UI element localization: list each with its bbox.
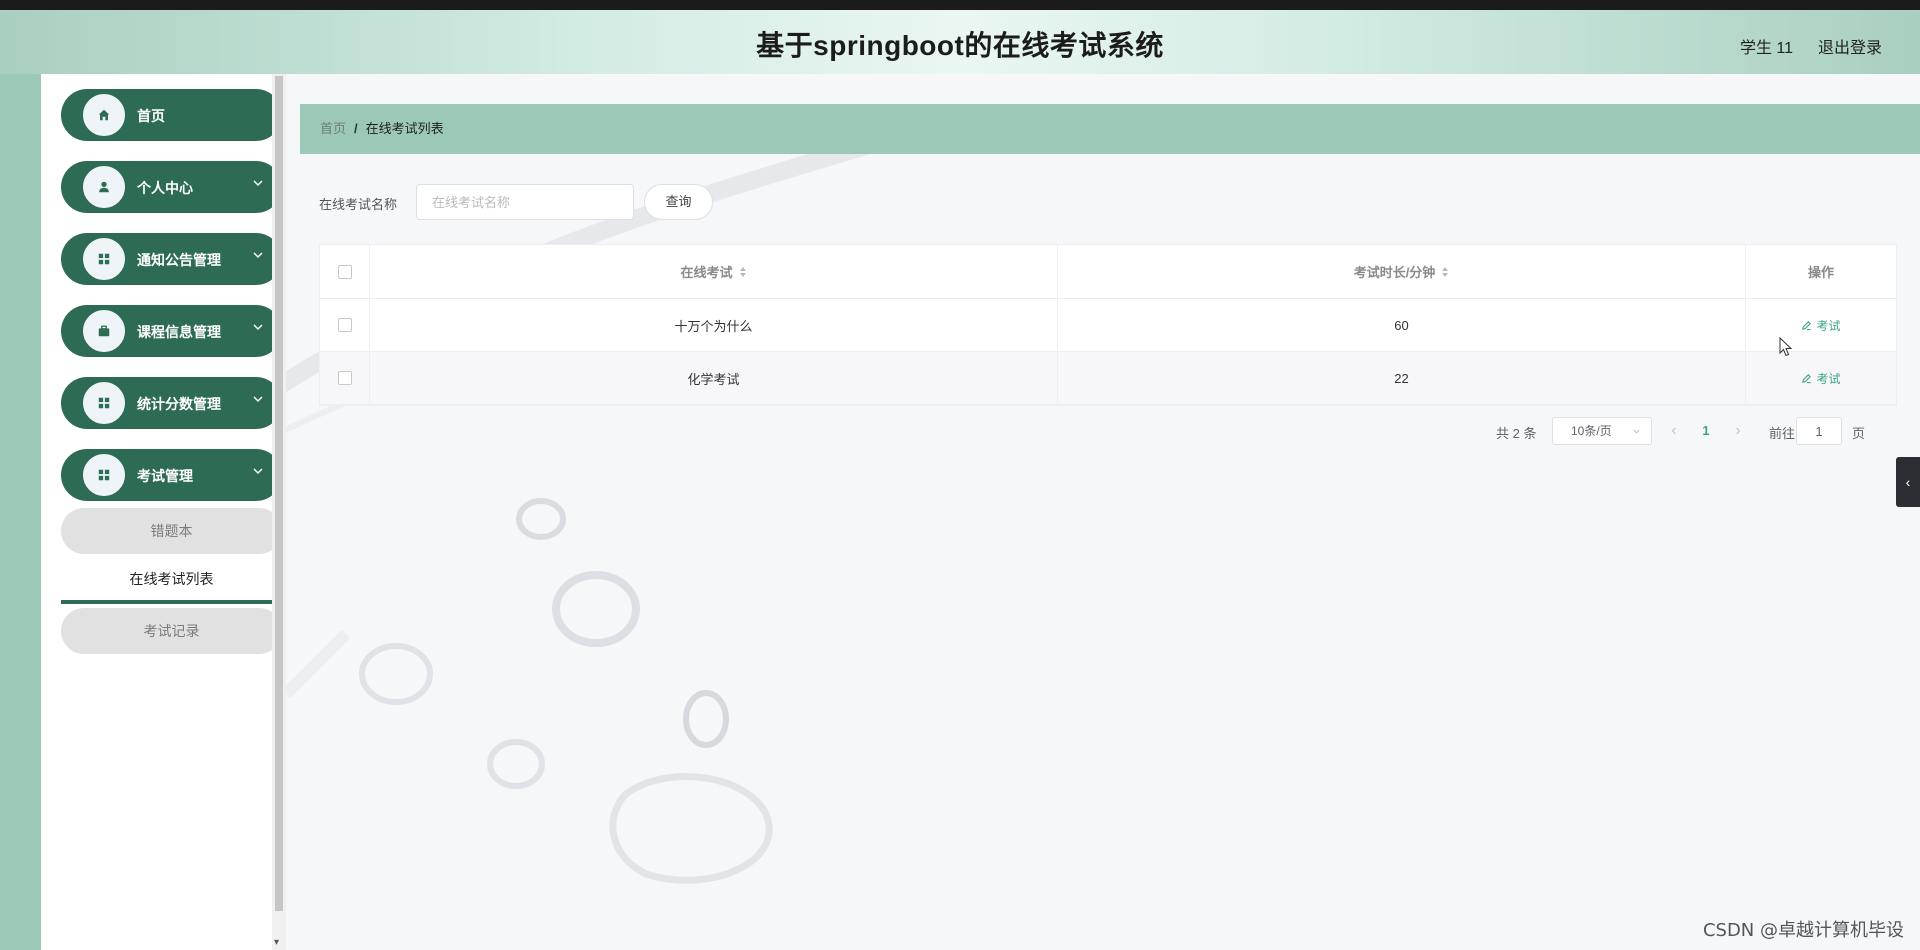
user-name: 学生 11 xyxy=(1739,40,1793,57)
chevron-down-icon xyxy=(253,252,263,259)
sidebar-item-personal-center[interactable]: 个人中心 xyxy=(61,161,282,213)
logout-button[interactable]: 退出登录 xyxy=(1818,34,1882,58)
chevron-down-icon xyxy=(1633,429,1640,434)
page-suffix-label: 页 xyxy=(1852,426,1866,441)
take-exam-label: 考试 xyxy=(1816,371,1841,386)
exam-duration-cell: 22 xyxy=(1058,352,1746,404)
chevron-down-icon xyxy=(253,396,263,403)
sidebar-subitem-online-exam-list[interactable]: 在线考试列表 xyxy=(61,556,282,604)
grid-icon xyxy=(81,380,127,426)
scrollbar-thumb[interactable] xyxy=(275,76,283,911)
search-label: 在线考试名称 xyxy=(319,197,398,212)
row-checkbox[interactable] xyxy=(337,371,352,385)
take-exam-label: 考试 xyxy=(1816,318,1841,333)
sidebar-item-label: 课程信息管理 xyxy=(137,324,221,340)
user-icon xyxy=(81,164,127,210)
watermark: CSDN @卓越计算机毕设 xyxy=(1702,920,1904,941)
sidebar-scrollbar[interactable]: ▾ xyxy=(272,74,286,950)
column-header-label: 考试时长/分钟 xyxy=(1353,265,1436,280)
breadcrumb: 首页 / 在线考试列表 xyxy=(300,104,1920,154)
app-title: 基于springboot的在线考试系统 xyxy=(756,30,1164,61)
column-header-label: 操作 xyxy=(1807,265,1834,280)
take-exam-button[interactable]: 考试 xyxy=(1801,370,1841,387)
breadcrumb-separator: / xyxy=(354,121,358,136)
sidebar-item-label: 考试管理 xyxy=(137,468,193,484)
goto-page-input[interactable] xyxy=(1796,417,1842,445)
sidebar-item-label: 通知公告管理 xyxy=(137,252,221,268)
window-top-strip xyxy=(0,0,1920,10)
edit-icon xyxy=(1802,373,1812,383)
column-header-exam-name[interactable]: 在线考试 xyxy=(370,245,1058,298)
actions-cell: 考试 xyxy=(1746,299,1896,351)
table-header-row: 在线考试 考试时长/分钟 操作 xyxy=(320,245,1896,299)
row-checkbox-cell xyxy=(320,352,370,404)
home-icon xyxy=(81,92,127,138)
page-size-value: 10条/页 xyxy=(1571,424,1612,438)
sidebar-subitem-exam-records[interactable]: 考试记录 xyxy=(61,608,282,654)
sidebar-rail xyxy=(0,74,41,950)
sidebar-item-score-statistics[interactable]: 统计分数管理 xyxy=(61,377,282,429)
sidebar-item-label: 个人中心 xyxy=(137,180,193,196)
actions-cell: 考试 xyxy=(1746,352,1896,404)
side-panel-toggle-button[interactable]: ‹ xyxy=(1896,457,1920,507)
search-button[interactable]: 查询 xyxy=(644,184,713,220)
sidebar-item-exam-management[interactable]: 考试管理 xyxy=(61,449,282,501)
column-header-actions: 操作 xyxy=(1746,245,1896,298)
goto-label: 前往 xyxy=(1769,426,1796,441)
search-input[interactable] xyxy=(416,184,634,220)
page-size-select[interactable]: 10条/页 xyxy=(1552,417,1652,445)
exam-table: 在线考试 考试时长/分钟 操作 十万个为什么 60 考试 化学考试 22 考试 xyxy=(319,244,1897,406)
sidebar-item-home[interactable]: 首页 xyxy=(61,89,282,141)
mouse-cursor-icon xyxy=(1779,337,1793,357)
pagination-total: 共 2 条 xyxy=(1496,426,1537,441)
exam-name-cell: 十万个为什么 xyxy=(370,299,1058,351)
grid-icon xyxy=(81,236,127,282)
edit-icon xyxy=(1802,320,1812,330)
breadcrumb-current: 在线考试列表 xyxy=(365,121,444,136)
exam-name-cell: 化学考试 xyxy=(370,352,1058,404)
column-header-duration[interactable]: 考试时长/分钟 xyxy=(1058,245,1746,298)
sort-icon[interactable] xyxy=(1441,266,1449,278)
sidebar-subitem-wrong-questions[interactable]: 错题本 xyxy=(61,508,282,554)
briefcase-icon xyxy=(81,308,127,354)
next-page-button[interactable]: › xyxy=(1728,417,1748,445)
exam-duration-cell: 60 xyxy=(1058,299,1746,351)
row-checkbox-cell xyxy=(320,299,370,351)
column-header-label: 在线考试 xyxy=(680,265,733,280)
sidebar-item-label: 首页 xyxy=(137,108,165,124)
scroll-down-arrow-icon[interactable]: ▾ xyxy=(274,937,279,948)
sidebar-item-notice-management[interactable]: 通知公告管理 xyxy=(61,233,282,285)
grid-icon xyxy=(81,452,127,498)
select-all-checkbox[interactable] xyxy=(337,264,352,279)
main-content: 首页 / 在线考试列表 在线考试名称 查询 在线考试 考试时长/分钟 操作 十万个为… xyxy=(286,74,1920,950)
sidebar: 首页 个人中心 通知公告管理 课程信息管理 统计分数管理 考试管理 错题本 在线… xyxy=(41,74,282,950)
app-header: 基于springboot的在线考试系统 学生 11 退出登录 xyxy=(0,10,1920,74)
row-checkbox[interactable] xyxy=(337,318,352,332)
take-exam-button[interactable]: 考试 xyxy=(1801,317,1841,334)
page-number-current[interactable]: 1 xyxy=(1691,417,1721,445)
prev-page-button[interactable]: ‹ xyxy=(1664,417,1684,445)
table-row: 十万个为什么 60 考试 xyxy=(320,299,1896,352)
sort-icon[interactable] xyxy=(739,266,747,278)
chevron-down-icon xyxy=(253,324,263,331)
sidebar-item-label: 统计分数管理 xyxy=(137,396,221,412)
breadcrumb-home-link[interactable]: 首页 xyxy=(320,121,346,136)
table-row: 化学考试 22 考试 xyxy=(320,352,1896,405)
chevron-down-icon xyxy=(253,468,263,475)
chevron-down-icon xyxy=(253,180,263,187)
header-checkbox-cell xyxy=(320,245,370,298)
sidebar-item-course-management[interactable]: 课程信息管理 xyxy=(61,305,282,357)
